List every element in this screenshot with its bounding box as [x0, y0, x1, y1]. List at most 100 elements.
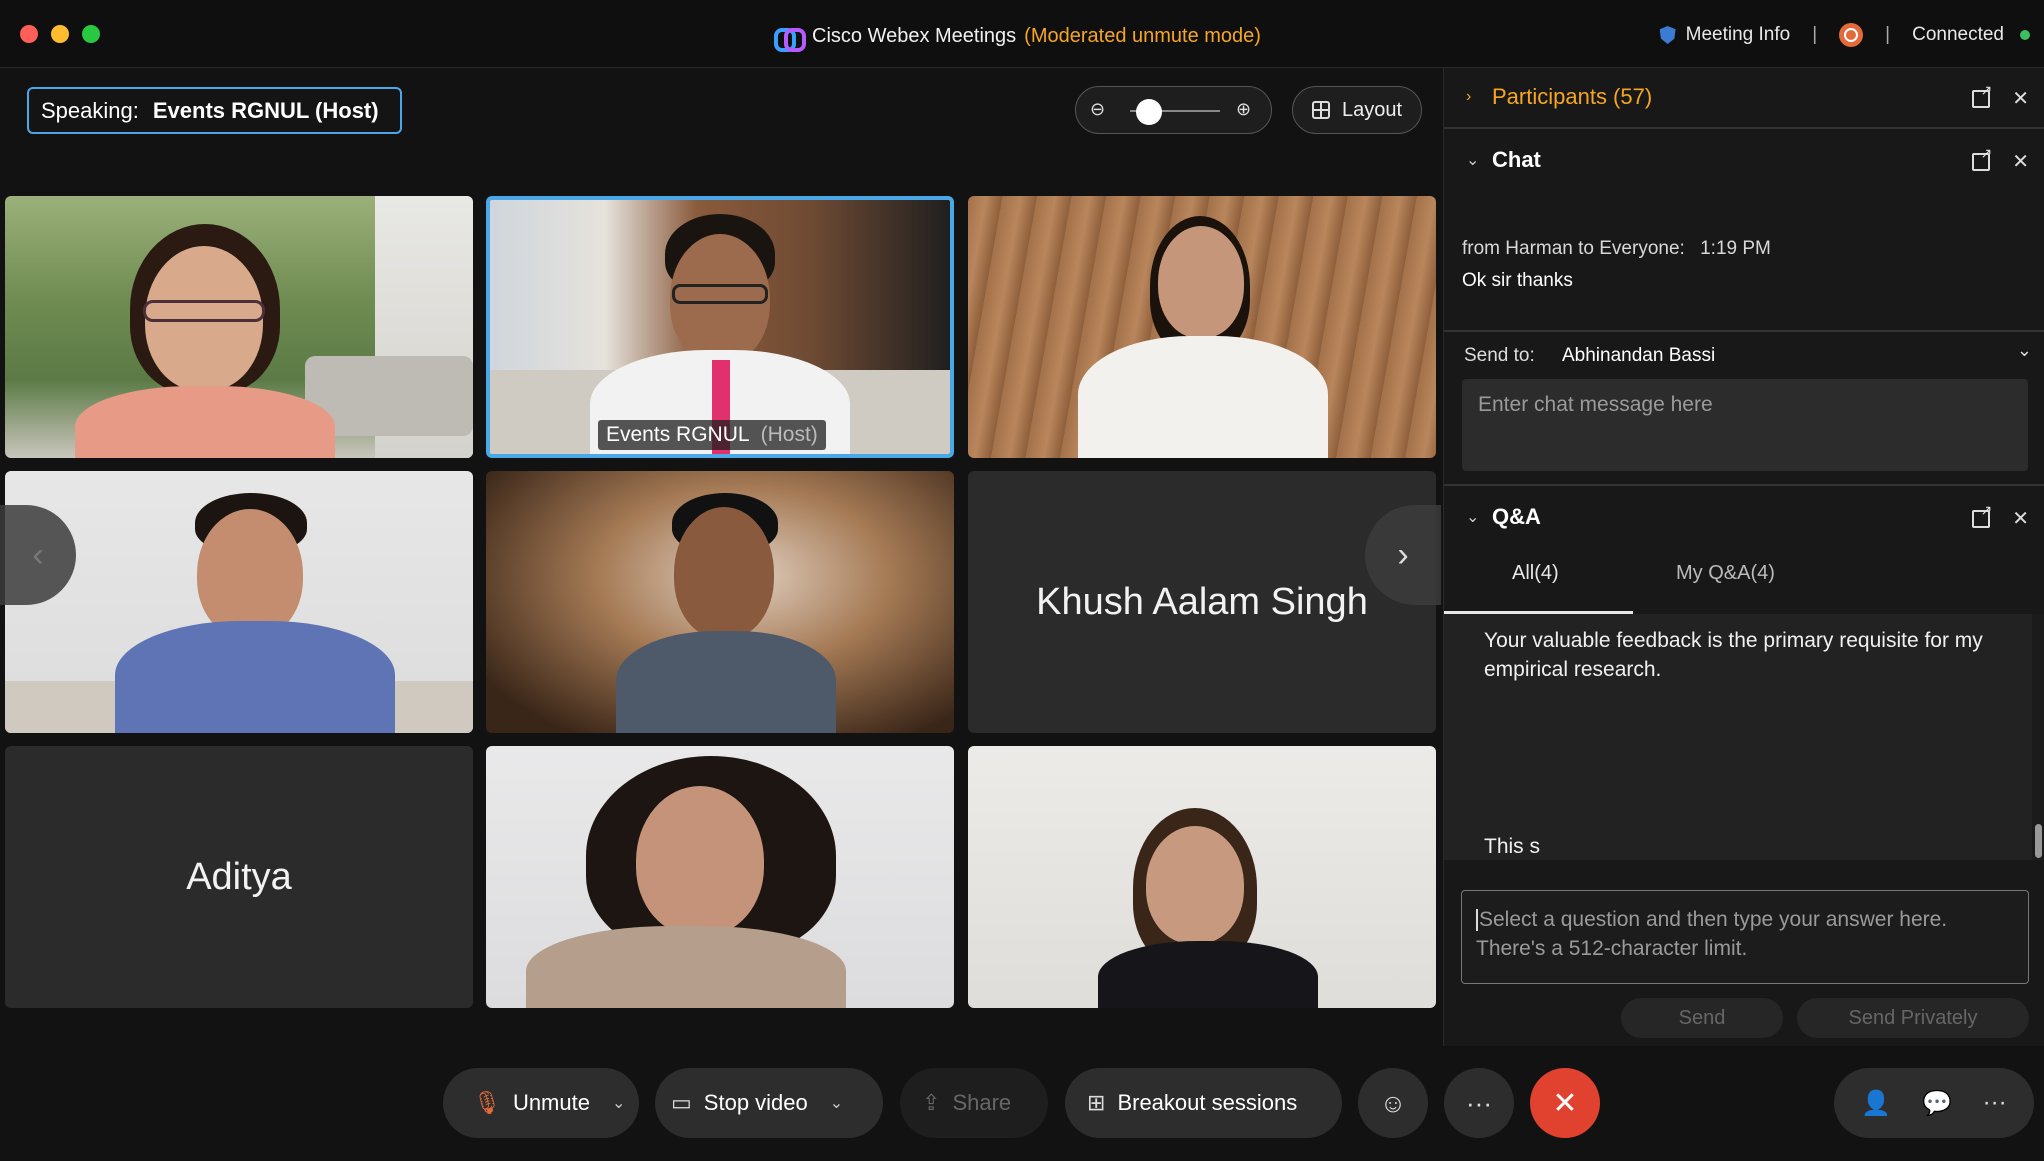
chevron-down-icon[interactable]: ⌄ — [2017, 340, 2032, 361]
unmute-mode-label: (Moderated unmute mode) — [1024, 24, 1261, 47]
qa-scrollbar[interactable] — [2032, 614, 2044, 860]
chat-sender: from Harman to Everyone: — [1462, 238, 1685, 259]
participants-icon[interactable]: 👤 — [1861, 1089, 1891, 1118]
share-button[interactable]: ⇪ Share — [900, 1068, 1048, 1138]
video-camera-icon: ▭ — [671, 1090, 692, 1115]
scrollbar-thumb[interactable] — [2035, 824, 2042, 858]
grid-layout-icon — [1311, 101, 1330, 119]
emoji-icon: ☺ — [1379, 1087, 1407, 1118]
qa-tabs: All(4) My Q&A(4) — [1444, 550, 2044, 608]
qa-list[interactable]: Your valuable feedback is the primary re… — [1444, 614, 2032, 860]
speaking-indicator: Speaking: Events RGNUL (Host) — [27, 87, 402, 134]
video-tile-active[interactable]: Events RGNUL (Host) — [486, 196, 954, 458]
window-minimize-button[interactable] — [51, 25, 69, 43]
chevron-right-icon: › — [1466, 88, 1472, 105]
close-icon[interactable]: ✕ — [2012, 506, 2029, 531]
chat-message-meta: from Harman to Everyone: 1:19 PM — [1462, 238, 1771, 260]
connection-status-dot — [2020, 30, 2030, 40]
chat-section-header[interactable]: ⌄ Chat ✕ — [1444, 131, 2044, 189]
reactions-button[interactable]: ☺ — [1358, 1068, 1428, 1138]
webex-logo-icon — [774, 26, 806, 52]
app-title: Cisco Webex Meetings — [812, 24, 1017, 47]
qa-answer-input[interactable]: Select a question and then type your ans… — [1461, 890, 2029, 984]
zoom-knob[interactable] — [1136, 99, 1163, 125]
zoom-out-icon[interactable]: ⊖ — [1090, 99, 1105, 120]
participants-section-header[interactable]: › Participants (57) ✕ — [1444, 68, 2044, 126]
qa-title: Q&A — [1492, 504, 1541, 529]
window-close-button[interactable] — [20, 25, 38, 43]
title-status-area: Meeting Info | | Connected — [1659, 20, 2030, 50]
close-icon[interactable]: ✕ — [2012, 86, 2029, 111]
chat-input[interactable]: Enter chat message here — [1462, 379, 2028, 471]
chevron-down-icon[interactable]: ⌄ — [830, 1093, 843, 1113]
share-icon: ⇪ — [922, 1090, 941, 1115]
layout-label: Layout — [1341, 98, 1403, 121]
chevron-down-icon[interactable]: ⌄ — [612, 1093, 625, 1113]
send-to-recipient[interactable]: Abhinandan Bassi — [1562, 345, 1715, 367]
chevron-down-icon: ⌄ — [1466, 509, 1480, 526]
chat-icon[interactable]: 💬 — [1922, 1089, 1952, 1118]
title-separator: | — [1812, 24, 1818, 45]
close-icon[interactable]: ✕ — [2012, 149, 2029, 174]
recording-icon[interactable] — [1839, 23, 1864, 47]
speaking-name: Events RGNUL (Host) — [152, 97, 379, 123]
participant-name-label: Events RGNUL (Host) — [598, 420, 826, 450]
answer-placeholder-line1: Select a question and then type your ans… — [1479, 908, 1948, 931]
name-tile[interactable]: Khush Aalam Singh — [968, 471, 1436, 733]
more-icon[interactable]: ··· — [1983, 1089, 2007, 1117]
video-tile[interactable] — [968, 196, 1436, 458]
qa-actions: ✕ — [1972, 502, 2029, 531]
stop-video-button[interactable]: ▭ Stop video ⌄ — [655, 1068, 883, 1138]
tab-all[interactable]: All(4) — [1512, 562, 1559, 585]
chat-actions: ✕ — [1972, 145, 2029, 174]
breakout-label: Breakout sessions — [1117, 1090, 1298, 1115]
chevron-right-icon: › — [1397, 535, 1409, 574]
unmute-label: Unmute — [512, 1090, 590, 1115]
qa-question[interactable]: Your valuable feedback is the primary re… — [1484, 626, 2004, 684]
section-divider — [1444, 484, 2044, 486]
breakout-sessions-button[interactable]: ⊞ Breakout sessions — [1065, 1068, 1342, 1138]
title-bar: Cisco Webex Meetings (Moderated unmute m… — [0, 0, 2044, 68]
chat-timestamp: 1:19 PM — [1700, 238, 1771, 259]
video-tile[interactable] — [486, 746, 954, 1008]
name-tile[interactable]: Aditya — [5, 746, 473, 1008]
share-label: Share — [952, 1090, 1012, 1115]
window-maximize-button[interactable] — [82, 25, 100, 43]
pop-out-icon[interactable] — [1972, 502, 1992, 528]
participant-name: Khush Aalam Singh — [1036, 580, 1368, 623]
send-button[interactable]: Send — [1621, 998, 1783, 1038]
send-to-label: Send to: — [1464, 345, 1535, 366]
pop-out-icon[interactable] — [1972, 145, 1992, 171]
qa-section-header[interactable]: ⌄ Q&A ✕ — [1444, 488, 2044, 546]
tab-my-qa[interactable]: My Q&A(4) — [1676, 562, 1775, 585]
microphone-muted-icon: 🎙 — [473, 1090, 501, 1115]
close-icon: ✕ — [1552, 1086, 1578, 1120]
pop-out-icon[interactable] — [1972, 82, 1992, 108]
connection-status: Connected — [1912, 24, 2004, 45]
zoom-in-icon[interactable]: ⊕ — [1236, 99, 1251, 120]
video-tile[interactable] — [968, 746, 1436, 1008]
side-panel: › Participants (57) ✕ ⌄ Chat ✕ from Harm… — [1443, 68, 2044, 1046]
end-meeting-button[interactable]: ✕ — [1530, 1068, 1600, 1138]
chevron-down-icon: ⌄ — [1466, 152, 1480, 169]
section-divider — [1444, 330, 2044, 332]
send-privately-button[interactable]: Send Privately — [1797, 998, 2029, 1038]
chat-title: Chat — [1492, 147, 1541, 172]
meeting-info-button[interactable]: Meeting Info — [1686, 24, 1791, 46]
video-tile[interactable] — [486, 471, 954, 733]
shield-icon — [1659, 26, 1676, 44]
participants-title: Participants (57) — [1492, 84, 1653, 109]
answer-placeholder-line2: There's a 512-character limit. — [1476, 937, 1748, 960]
more-options-button[interactable]: ··· — [1444, 1068, 1514, 1138]
more-icon: ··· — [1466, 1087, 1492, 1118]
video-tile[interactable] — [5, 196, 473, 458]
video-tile[interactable] — [5, 471, 473, 733]
unmute-button[interactable]: 🎙 Unmute ⌄ — [443, 1068, 639, 1138]
text-caret — [1476, 909, 1478, 932]
layout-button[interactable]: Layout — [1292, 86, 1422, 134]
zoom-slider[interactable]: ⊖ ⊕ — [1075, 86, 1272, 134]
speaking-label: Speaking: — [41, 97, 139, 123]
chevron-left-icon: ‹ — [32, 535, 44, 574]
participant-name: Aditya — [186, 855, 292, 898]
qa-question[interactable]: This s — [1484, 832, 2004, 860]
